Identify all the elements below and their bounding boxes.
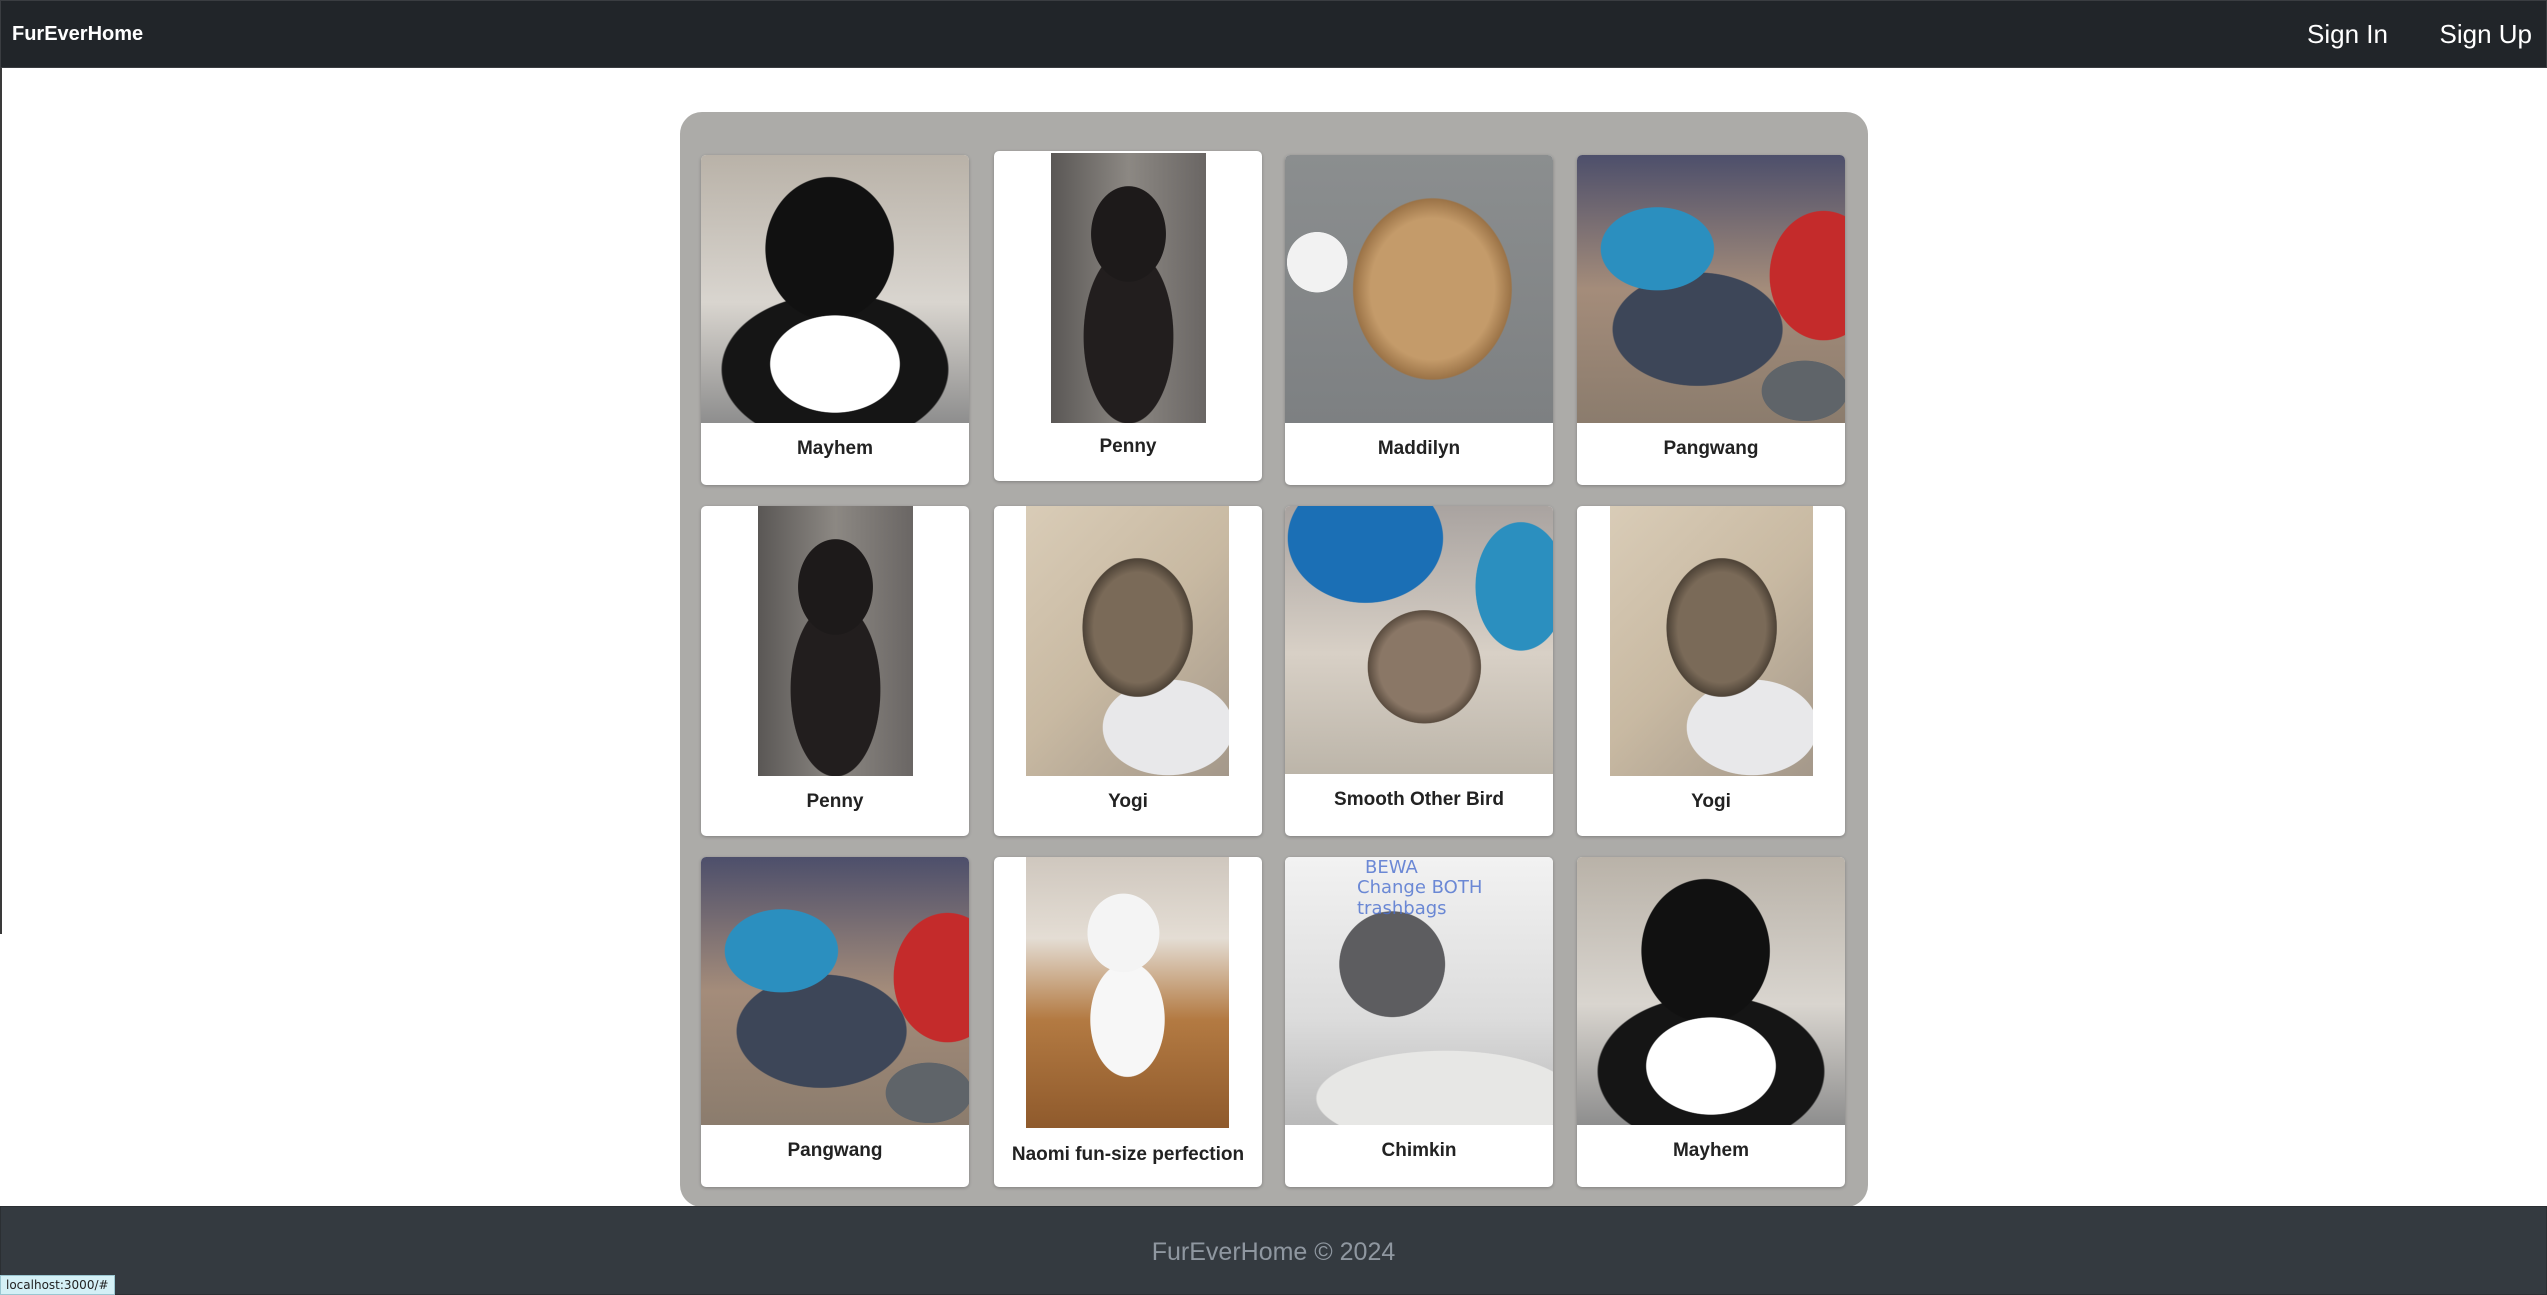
pet-name: Chimkin <box>1381 1140 1457 1161</box>
pet-photo <box>701 155 969 423</box>
pet-name: Mayhem <box>796 438 874 459</box>
pet-card[interactable]: Naomi fun-size perfection <box>994 857 1262 1187</box>
pet-card[interactable]: Yogi <box>1577 506 1845 836</box>
pet-card[interactable]: Yogi <box>994 506 1262 836</box>
brand-link[interactable]: FurEverHome <box>12 23 143 46</box>
pet-card[interactable]: Pangwang <box>1577 155 1845 485</box>
site-footer: FurEverHome © 2024 <box>0 1206 2547 1295</box>
pet-card[interactable]: Penny <box>994 151 1262 481</box>
pet-gallery: Mayhem Penny Maddilyn Pangwang Penny Yog… <box>680 112 1868 1207</box>
left-edge-divider <box>0 68 2 934</box>
pet-photo <box>1051 153 1206 423</box>
pet-card[interactable]: Penny <box>701 506 969 836</box>
pet-card[interactable]: Smooth Other Bird <box>1285 506 1553 836</box>
pet-name: Naomi fun-size perfection <box>1011 1144 1245 1165</box>
pet-card[interactable]: Pangwang <box>701 857 969 1187</box>
whiteboard-text: Change BOTH trashbags <box>1357 877 1483 919</box>
pet-name: Maddilyn <box>1377 438 1461 459</box>
pet-photo <box>1577 857 1845 1125</box>
pet-card[interactable]: Maddilyn <box>1285 155 1553 485</box>
pet-photo <box>758 506 913 776</box>
pet-card[interactable]: Mayhem <box>701 155 969 485</box>
sign-up-link[interactable]: Sign Up <box>2440 19 2533 50</box>
pet-name: Yogi <box>1691 791 1731 812</box>
pet-photo <box>1026 857 1229 1128</box>
pet-name: Smooth Other Bird <box>1334 789 1504 810</box>
footer-copyright: FurEverHome © 2024 <box>1151 1238 1396 1266</box>
sign-in-link[interactable]: Sign In <box>2307 19 2388 50</box>
pet-name: Penny <box>806 791 864 812</box>
pet-photo <box>1026 506 1229 776</box>
pet-photo <box>1577 155 1845 423</box>
pet-photo <box>701 857 969 1125</box>
pet-name: Yogi <box>1108 791 1148 812</box>
pet-card[interactable]: BEWA Change BOTH trashbags Chimkin <box>1285 857 1553 1187</box>
pet-photo <box>1285 155 1553 423</box>
pet-name: Mayhem <box>1672 1140 1750 1161</box>
pet-name: Pangwang <box>1663 438 1759 459</box>
pet-photo: BEWA Change BOTH trashbags <box>1285 857 1553 1125</box>
pet-photo <box>1285 506 1553 774</box>
pet-name: Penny <box>1099 436 1157 457</box>
whiteboard-text: BEWA <box>1365 857 1418 878</box>
pet-card[interactable]: Mayhem <box>1577 857 1845 1187</box>
top-navbar: FurEverHome Sign In Sign Up <box>0 0 2547 68</box>
pet-photo <box>1610 506 1813 776</box>
pet-name: Pangwang <box>787 1140 883 1161</box>
status-bar-url: localhost:3000/# <box>0 1275 115 1295</box>
